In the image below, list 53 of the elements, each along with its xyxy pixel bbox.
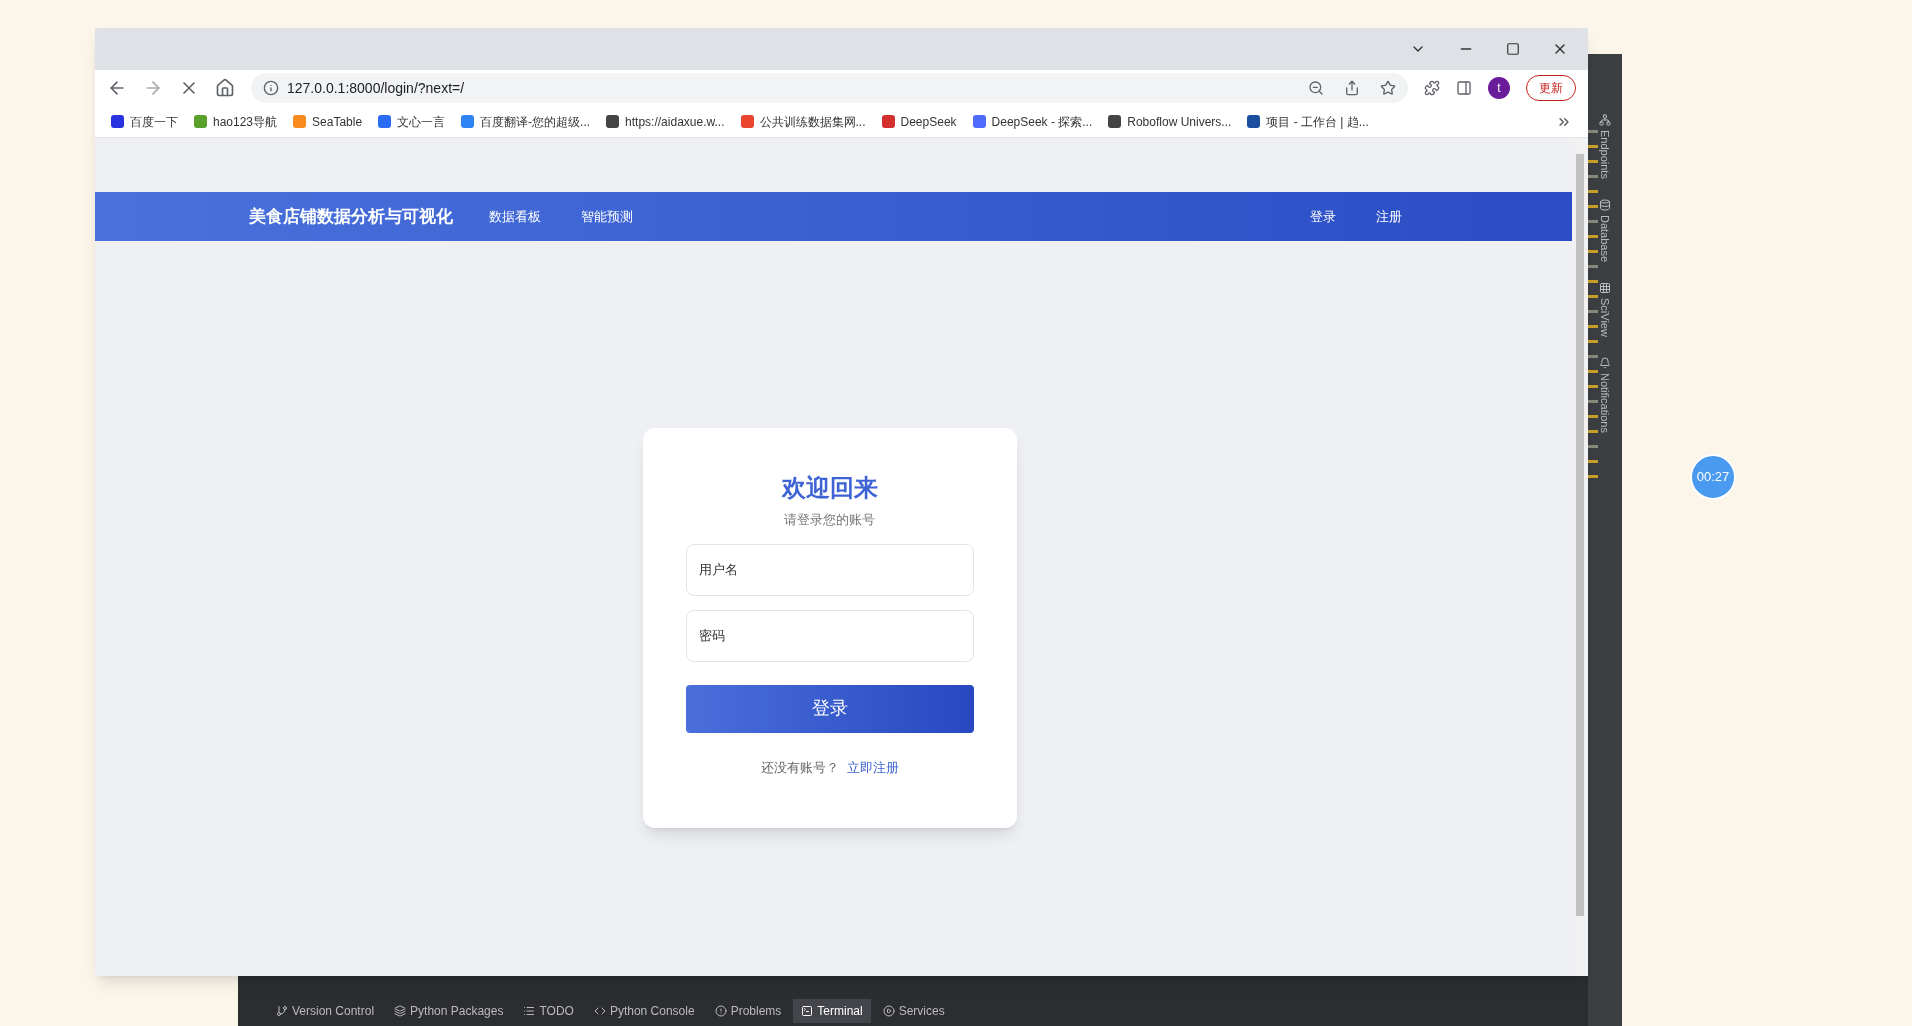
tool-tab[interactable]: Version Control (268, 999, 383, 1023)
list-icon (523, 1005, 536, 1017)
recorder-timer: 00:27 (1690, 454, 1736, 500)
tool-tab[interactable]: Services (874, 999, 953, 1023)
terminal-icon (801, 1005, 814, 1017)
bookmark[interactable]: 公共训练数据集网... (740, 112, 866, 131)
tool-tab[interactable]: TODO (515, 999, 582, 1023)
register-prompt: 还没有账号？ (760, 758, 839, 777)
side-tab[interactable]: Endpoints (1596, 130, 1614, 179)
home-icon[interactable] (215, 78, 235, 98)
card-title: 欢迎回来 (781, 473, 878, 503)
nav-link[interactable]: 注册 (1376, 206, 1402, 227)
tool-tab[interactable]: Python Packages (386, 999, 512, 1023)
play-icon (882, 1005, 895, 1017)
bookmark[interactable]: 百度一下 (111, 112, 178, 131)
nav-link[interactable]: 智能预测 (581, 206, 633, 227)
bookmark[interactable]: SeaTable (293, 112, 363, 131)
bookmark[interactable]: 百度翻译-您的超级... (461, 112, 591, 131)
text-field[interactable]: 用户名 (685, 543, 974, 596)
layers-icon (394, 1005, 407, 1017)
maximize-icon[interactable] (1506, 42, 1520, 56)
url-text: 127.0.0.1:8000/login/?next=/ (287, 78, 465, 98)
nav-link[interactable]: 登录 (1310, 206, 1336, 227)
text-field[interactable]: 密码 (685, 609, 974, 662)
tool-tab[interactable]: Terminal (793, 999, 871, 1023)
bookmark[interactable]: DeepSeek (881, 112, 957, 131)
bookmark[interactable]: DeepSeek - 探索... (972, 112, 1093, 131)
tool-tab[interactable]: Python Console (585, 999, 703, 1023)
register-link[interactable]: 立即注册 (846, 757, 899, 777)
login-button[interactable]: 登录 (685, 684, 974, 733)
zoom-icon[interactable] (1308, 80, 1324, 96)
bookmark[interactable]: 文心一言 (378, 112, 446, 131)
site-info-icon[interactable] (263, 80, 279, 96)
code-icon (593, 1005, 606, 1017)
bookmark[interactable]: 项目 - 工作台 | 趋... (1247, 112, 1369, 131)
side-tab[interactable]: Database (1596, 214, 1614, 263)
site-title[interactable]: 美食店铺数据分析与可视化 (249, 203, 453, 230)
bookmark-star-icon[interactable] (1380, 80, 1396, 96)
alert-icon (714, 1005, 727, 1017)
share-icon[interactable] (1344, 80, 1360, 96)
extensions-icon[interactable] (1424, 80, 1440, 96)
side-tab[interactable]: Notifications (1596, 372, 1614, 433)
nav-link[interactable]: 数据看板 (489, 206, 541, 227)
side-tab[interactable]: SciView (1596, 298, 1614, 337)
side-panel-icon[interactable] (1456, 80, 1472, 96)
bookmark[interactable]: hao123导航 (194, 112, 278, 131)
card-subtitle: 请登录您的账号 (784, 511, 875, 529)
profile-avatar[interactable]: t (1488, 77, 1510, 99)
branch-icon (276, 1005, 288, 1017)
tool-tab[interactable]: Problems (706, 999, 790, 1023)
bookmark[interactable]: Roboflow Univers... (1108, 112, 1232, 131)
bookmark[interactable]: https://aidaxue.w... (606, 112, 725, 131)
address-bar[interactable]: 127.0.0.1:8000/login/?next=/ (251, 73, 1408, 103)
